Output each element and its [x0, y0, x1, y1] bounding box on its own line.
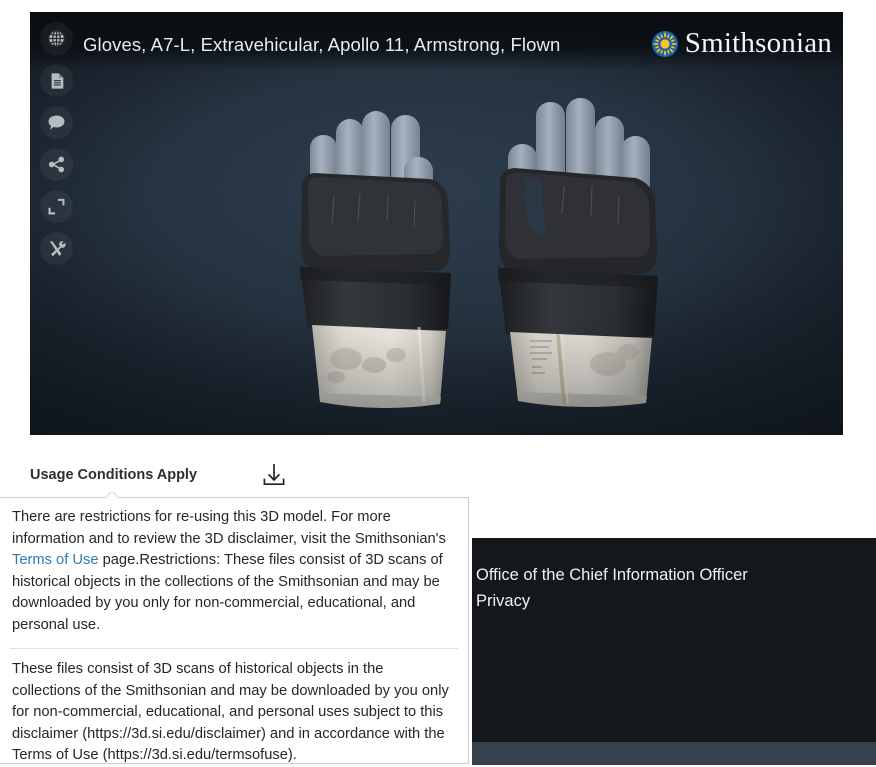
site-footer: Office of the Chief Information Officer … [472, 538, 876, 742]
disclaimer-paragraph-1: There are restrictions for re-using this… [0, 498, 468, 636]
viewer-vignette [30, 12, 843, 435]
viewer-tool-rail [30, 22, 83, 265]
viewer-canvas[interactable] [30, 12, 843, 435]
footer-bottom-strip [472, 742, 876, 765]
globe-button[interactable] [40, 22, 73, 55]
globe-icon [48, 30, 65, 47]
sunburst-logo-icon [651, 30, 678, 57]
comment-button[interactable] [40, 106, 73, 139]
comment-icon [48, 115, 65, 130]
terms-of-use-link[interactable]: Terms of Use [12, 552, 99, 568]
popover-caret-icon [105, 492, 119, 499]
fullscreen-button[interactable] [40, 190, 73, 223]
usage-conditions-label[interactable]: Usage Conditions Apply [30, 467, 197, 483]
model-viewer[interactable]: Gloves, A7-L, Extravehicular, Apollo 11,… [30, 12, 843, 435]
usage-conditions-popover: There are restrictions for re-using this… [0, 497, 469, 764]
download-button[interactable] [259, 460, 289, 490]
tools-button[interactable] [40, 232, 73, 265]
document-icon [51, 72, 63, 89]
footer-link-privacy[interactable]: Privacy [476, 592, 748, 611]
disclaimer-text-before-link: There are restrictions for re-using this… [12, 509, 446, 547]
brand-name: Smithsonian [684, 27, 832, 59]
usage-conditions-bar: Usage Conditions Apply [30, 452, 843, 498]
share-button[interactable] [40, 148, 73, 181]
tools-icon [49, 240, 66, 256]
model-title: Gloves, A7-L, Extravehicular, Apollo 11,… [83, 34, 561, 55]
document-button[interactable] [40, 64, 73, 97]
fullscreen-icon [48, 198, 65, 215]
footer-link-list: Office of the Chief Information Officer … [476, 566, 748, 611]
download-icon [263, 464, 285, 486]
disclaimer-paragraph-2: These files consist of 3D scans of histo… [12, 661, 449, 763]
smithsonian-brand: Smithsonian [651, 27, 832, 59]
footer-link-oico[interactable]: Office of the Chief Information Officer [476, 566, 748, 585]
share-icon [48, 156, 65, 173]
